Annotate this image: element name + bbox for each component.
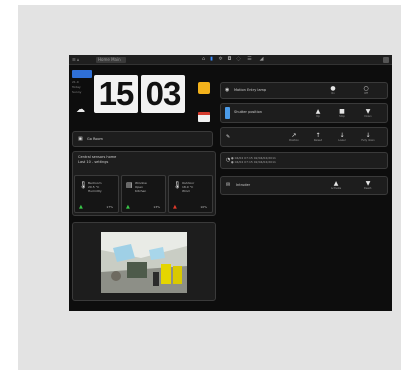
calendar-icon[interactable]: [198, 112, 210, 122]
window-icon: ▤: [126, 181, 133, 189]
sensor-cell-1[interactable]: 🌡 Bedroom 20.5 °C Humidity ▲ 17%: [74, 175, 119, 213]
intruder-label: Intruder: [236, 183, 251, 187]
clock-minutes: 03: [141, 75, 185, 113]
sensors-subtitle: Last 10 - settings: [78, 160, 109, 164]
sensor-cell-2[interactable]: ▤ Window Open Kitchen ▲ 13%: [121, 175, 166, 213]
cloud-icon: ☁: [76, 105, 85, 115]
activate-icon: ▲: [333, 180, 339, 187]
sensor-value: 13%: [153, 205, 160, 209]
weather-temp: 21.0: [72, 80, 79, 84]
status-badge: ▲: [126, 204, 130, 210]
deactivate-button[interactable]: ▼ Deact.: [359, 180, 377, 191]
weather-badge: [72, 70, 92, 78]
fully-down-icon: ↓: [365, 132, 371, 139]
off-label: Off: [364, 92, 368, 95]
intruder-row: ✉ Intruder ▲ Activate ▼ Deact.: [220, 176, 388, 195]
home-icon[interactable]: ⌂: [201, 57, 206, 62]
lamp-row: ◉ Motion Entry lamp ● On ○ Off: [220, 82, 388, 99]
up-label: Up: [316, 115, 320, 118]
shutter-label: Shutter position: [234, 110, 262, 114]
alarm-icon: ✉: [226, 182, 231, 188]
sensor-cell-3[interactable]: 🌡 Outdoor 18.0 °C Wind ▲ 10%: [168, 175, 213, 213]
lamp-off-button[interactable]: ○ Off: [357, 85, 375, 96]
lamp-icon: ◉: [225, 87, 230, 93]
down-label: Down: [364, 115, 372, 118]
on-label: On: [331, 92, 335, 95]
weather-widget[interactable]: 21.0 Today Sunny ☁: [72, 70, 94, 130]
camera-icon[interactable]: ◘: [227, 57, 232, 62]
deactivate-label: Deact.: [363, 187, 373, 190]
fully-down-button[interactable]: ↓ Fully down: [359, 132, 377, 143]
activate-label: Activate: [330, 187, 342, 190]
signal-icon[interactable]: ▮: [209, 57, 214, 62]
lower-button[interactable]: ↓ Lower: [333, 132, 351, 143]
room-icon: ▣: [78, 136, 83, 142]
sensor-cell-text: Outdoor 18.0 °C Wind: [182, 181, 195, 193]
thermometer-icon: 🌡: [173, 181, 182, 189]
fully-down-label: Fully down: [361, 139, 375, 142]
activate-button[interactable]: ▲ Activate: [327, 180, 345, 191]
raise-button[interactable]: ↑ Raised: [309, 132, 327, 143]
menu-icon[interactable]: ☰ ⌂: [72, 56, 79, 64]
position-button[interactable]: ↗ Position: [285, 132, 303, 143]
thermometer-icon: 🌡: [79, 181, 88, 189]
lower-icon: ↓: [339, 132, 345, 139]
wrench-icon: ✎: [226, 134, 231, 140]
sensor-value: 17%: [106, 205, 113, 209]
position-label: Position: [289, 139, 299, 142]
shutter-icon: [225, 107, 230, 119]
weather-day: Today: [72, 85, 81, 89]
on-icon: ●: [330, 85, 336, 92]
room-label: Go Room: [87, 137, 103, 141]
shutter-stop-button[interactable]: ■ Stop: [333, 108, 351, 119]
sun-icon: [198, 82, 210, 94]
page-selector[interactable]: Home Main: [96, 57, 126, 63]
off-icon: ○: [363, 85, 369, 92]
lamp-on-button[interactable]: ● On: [324, 85, 342, 96]
arrow-down-icon: ▼: [365, 108, 371, 115]
clock-icon: ◔: [226, 157, 231, 163]
position-icon: ↗: [291, 132, 297, 139]
stop-label: Stop: [339, 115, 345, 118]
shutter-down-button[interactable]: ▼ Down: [359, 108, 377, 119]
smart-home-screen: ☰ ⌂ Home Main ⌂ ▮ ✲ ◘ ◌ ☰ ◢ 21.0 Today S…: [69, 55, 392, 311]
camera-feed-image[interactable]: [101, 232, 187, 293]
arrow-up-icon: ▲: [315, 108, 321, 115]
room-button[interactable]: ▣ Go Room: [72, 131, 213, 147]
room-photo: [101, 232, 187, 293]
raise-icon: ↑: [315, 132, 321, 139]
lamp-label: Motion Entry lamp: [234, 88, 267, 92]
page-title: Home Main: [98, 57, 121, 62]
clock-hours: 15: [94, 75, 138, 113]
sensor-cell-text: Bedroom 20.5 °C Humidity: [88, 181, 102, 193]
info-icon[interactable]: ◢: [259, 57, 264, 62]
position-row: ✎ ↗ Position ↑ Raised ↓ Lower ↓ Fully down: [220, 127, 388, 147]
settings-icon[interactable]: ☰: [247, 57, 252, 62]
raise-label: Raised: [313, 139, 323, 142]
weather-sub: Sunny: [72, 90, 82, 94]
status-badge: ▲: [79, 204, 83, 210]
top-bar: ☰ ⌂ Home Main ⌂ ▮ ✲ ◘ ◌ ☰ ◢: [69, 55, 392, 65]
log-entries: ● 04/04 07:15 02/04/02/2011 ● 04/04 07:1…: [231, 156, 276, 164]
sensor-cell-text: Window Open Kitchen: [135, 181, 147, 193]
sensor-value: 10%: [200, 205, 207, 209]
shutter-up-button[interactable]: ▲ Up: [309, 108, 327, 119]
stop-icon: ■: [339, 108, 345, 115]
wifi-icon[interactable]: ◌: [236, 57, 241, 62]
close-icon[interactable]: [383, 57, 389, 63]
gear-icon[interactable]: ✲: [218, 57, 223, 62]
lower-label: Lower: [338, 139, 346, 142]
status-badge: ▲: [173, 204, 177, 210]
deactivate-icon: ▼: [365, 180, 371, 187]
shutter-row: Shutter position ▲ Up ■ Stop ▼ Down: [220, 103, 388, 123]
